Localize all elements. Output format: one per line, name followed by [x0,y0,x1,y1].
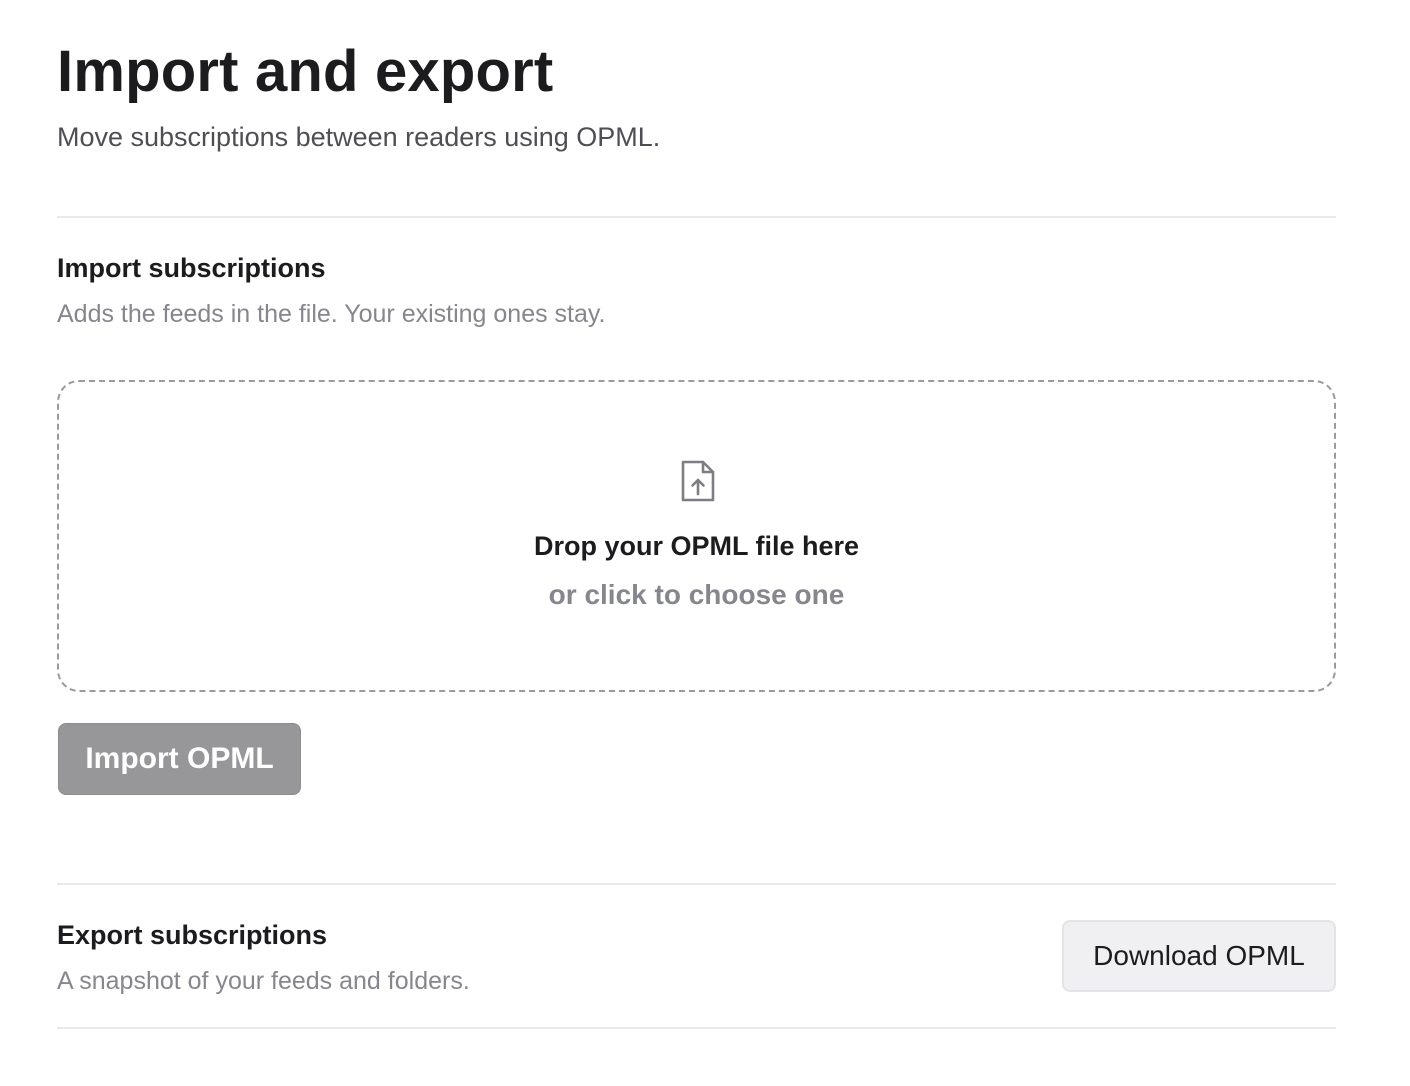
file-upload-icon [679,459,717,503]
import-description: Adds the feeds in the file. Your existin… [57,300,606,328]
section-divider [57,883,1336,885]
section-divider [57,216,1336,218]
opml-dropzone[interactable]: Drop your OPML file here or click to cho… [57,380,1336,692]
export-heading: Export subscriptions [57,920,328,950]
page-subtitle: Move subscriptions between readers using… [57,122,661,152]
import-opml-button[interactable]: Import OPML [58,723,301,795]
section-divider [57,1027,1336,1029]
download-opml-button[interactable]: Download OPML [1062,920,1336,992]
dropzone-title: Drop your OPML file here [533,531,860,561]
dropzone-hint: or click to choose one [548,579,845,610]
export-description: A snapshot of your feeds and folders. [57,967,470,995]
page-title: Import and export [57,39,554,104]
import-heading: Import subscriptions [57,253,326,283]
